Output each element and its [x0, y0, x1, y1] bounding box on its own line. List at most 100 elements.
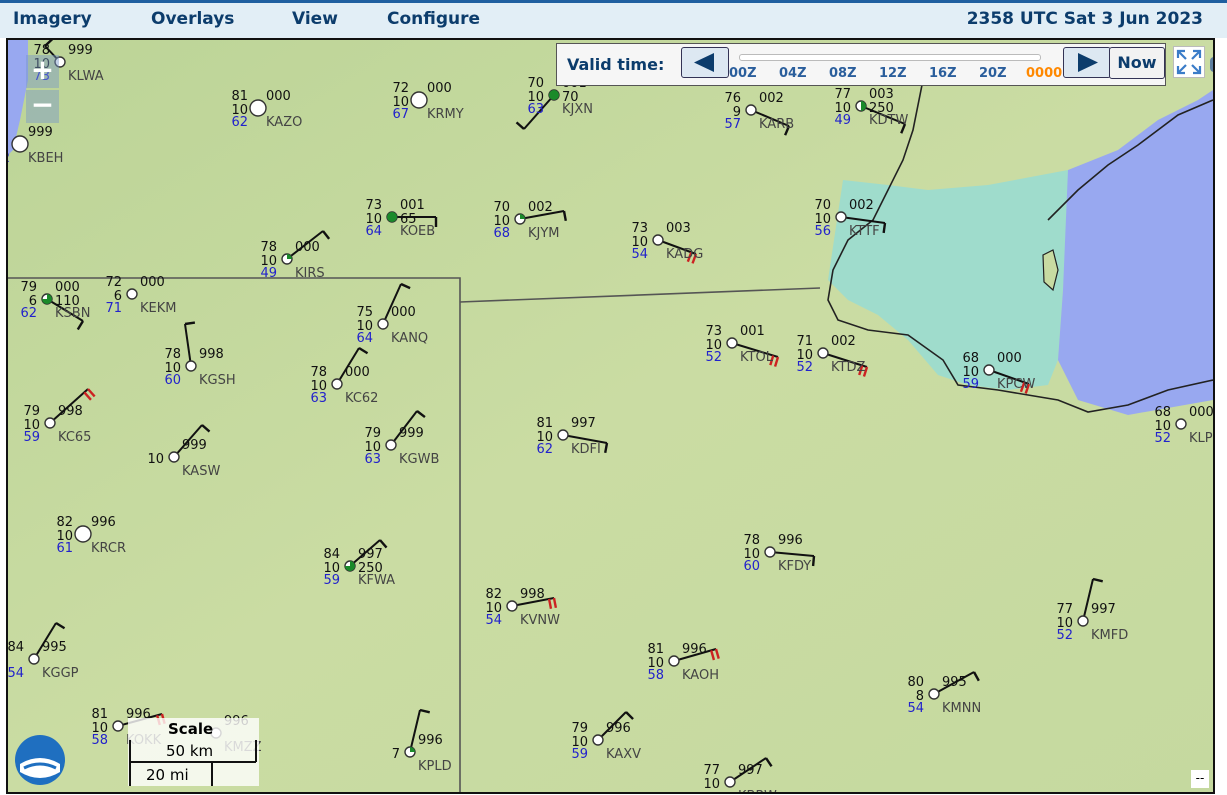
fullscreen-button[interactable]: [1173, 46, 1205, 78]
temperature-label: 78: [260, 240, 277, 255]
time-tick-20z[interactable]: 20Z: [979, 66, 1007, 81]
station-id-label: KBEH: [28, 151, 63, 166]
menu-bar: Imagery Overlays View Configure 2358 UTC…: [0, 0, 1227, 38]
dewpoint-label: 52: [705, 350, 722, 365]
scale-bar: Scale 50 km 20 mi: [128, 718, 259, 786]
pressure-label: 000: [55, 280, 80, 295]
dewpoint-label: 64: [356, 331, 373, 346]
time-tick-00z[interactable]: 00Z: [729, 66, 757, 81]
temperature-label: 68: [1154, 405, 1171, 420]
temperature-label: 78: [743, 533, 760, 548]
pressure-label: 002: [528, 200, 553, 215]
temperature-label: 78: [310, 365, 327, 380]
temperature-label: 72: [392, 81, 409, 96]
station-id-label: KJYM: [528, 226, 560, 241]
sky-cover-icon: [668, 655, 680, 667]
station-id-label: KTDZ: [831, 360, 865, 375]
visibility-label: 10: [703, 777, 720, 792]
dewpoint-label: 62: [20, 306, 37, 321]
dewpoint-label: 52: [796, 360, 813, 375]
map-canvas[interactable]: 78 999 10 73 KLWA 999 2 KBEH 81 000 10 62 KAZO 72 000 1…: [8, 40, 1213, 792]
time-slider-thumb[interactable]: [1210, 57, 1213, 72]
station-id-label: KFWA: [358, 573, 395, 588]
temperature-label: 81: [647, 642, 664, 657]
station-id-label: KIRS: [295, 266, 325, 281]
temperature-label: 73: [631, 221, 648, 236]
station-id-label: KGSH: [199, 373, 236, 388]
sky-cover-icon: [331, 378, 343, 390]
menu-overlays[interactable]: Overlays: [151, 9, 234, 29]
temperature-label: 79: [23, 404, 40, 419]
dewpoint-label: 60: [164, 373, 181, 388]
temperature-label: 73: [365, 198, 382, 213]
station-id-label: KPCW: [997, 377, 1035, 392]
sky-cover-icon: [652, 234, 664, 246]
station-id-label: KLPR: [1189, 431, 1213, 446]
temperature-label: 79: [571, 721, 588, 736]
temperature-label: 81: [91, 707, 108, 722]
temperature-label: 77: [834, 87, 851, 102]
dewpoint-label: 59: [962, 377, 979, 392]
dewpoint-label: 54: [8, 666, 24, 681]
sky-cover-icon: [724, 776, 736, 788]
station-id-label: KAZO: [266, 115, 302, 130]
scale-mi-label: 20 mi: [146, 766, 189, 784]
time-tick-04z[interactable]: 04Z: [779, 66, 807, 81]
sky-cover-icon: [835, 211, 847, 223]
menu-configure[interactable]: Configure: [387, 9, 480, 29]
zoom-in-button[interactable]: +: [26, 55, 59, 88]
time-tick-selected[interactable]: 0000: [1026, 66, 1062, 81]
station-id-label: KANQ: [391, 331, 428, 346]
temperature-label: 70: [814, 198, 831, 213]
pressure-label: 999: [399, 426, 424, 441]
dewpoint-label: 58: [647, 668, 664, 683]
time-tick-08z[interactable]: 08Z: [829, 66, 857, 81]
station-id-label: KADG: [666, 247, 703, 262]
menu-view[interactable]: View: [292, 9, 338, 29]
temperature-label: 79: [20, 280, 37, 295]
temperature-label: 81: [536, 416, 553, 431]
station-id-label: KLWA: [68, 69, 104, 84]
sky-cover-icon: [726, 337, 738, 349]
pressure-label: 998: [199, 347, 224, 362]
station-id-label: KAOH: [682, 668, 719, 683]
sky-cover-icon: [126, 288, 138, 300]
time-tick-16z[interactable]: 16Z: [929, 66, 957, 81]
time-tick-12z[interactable]: 12Z: [879, 66, 907, 81]
pressure-label: 000: [1189, 405, 1213, 420]
pressure-label: 998: [520, 587, 545, 602]
sky-cover-icon: [1175, 418, 1187, 430]
now-button[interactable]: Now: [1109, 47, 1165, 79]
dewpoint-label: 52: [1154, 431, 1171, 446]
zoom-out-button[interactable]: −: [26, 90, 59, 123]
pressure-label: 003: [869, 87, 894, 102]
valid-time-label: Valid time:: [567, 55, 665, 74]
dewpoint-label: 62: [231, 115, 248, 130]
pressure-label: 997: [571, 416, 596, 431]
map-view[interactable]: 78 999 10 73 KLWA 999 2 KBEH 81 000 10 62 KAZO 72 000 1…: [6, 38, 1215, 794]
sky-cover-icon: [74, 525, 92, 543]
station-id-label: KTOL: [740, 350, 774, 365]
noaa-logo[interactable]: [14, 734, 66, 786]
next-time-button[interactable]: [1063, 47, 1111, 78]
station-id-label: KOEB: [400, 224, 435, 239]
pressure-label: 002: [831, 334, 856, 349]
time-slider-track[interactable]: [739, 54, 1213, 72]
pressure-label: 997: [1091, 602, 1116, 617]
dewpoint-label: 2: [8, 151, 10, 166]
station-id-label: KDFI: [571, 442, 601, 457]
noaa-logo-icon: [15, 735, 65, 785]
menu-imagery[interactable]: Imagery: [13, 9, 92, 29]
temperature-label: 84: [323, 547, 340, 562]
temperature-label: 84: [8, 640, 24, 655]
dewpoint-label: 54: [631, 247, 648, 262]
temperature-label: 70: [493, 200, 510, 215]
pressure-label: 997: [738, 763, 763, 778]
temperature-label: 73: [705, 324, 722, 339]
prev-time-button[interactable]: [681, 47, 729, 78]
datetime-display: 2358 UTC Sat 3 Jun 2023: [966, 9, 1203, 29]
sky-cover-icon: [592, 734, 604, 746]
temperature-label: 80: [907, 675, 924, 690]
station-id-label: KVNW: [520, 613, 560, 628]
sky-cover-icon: [506, 600, 518, 612]
